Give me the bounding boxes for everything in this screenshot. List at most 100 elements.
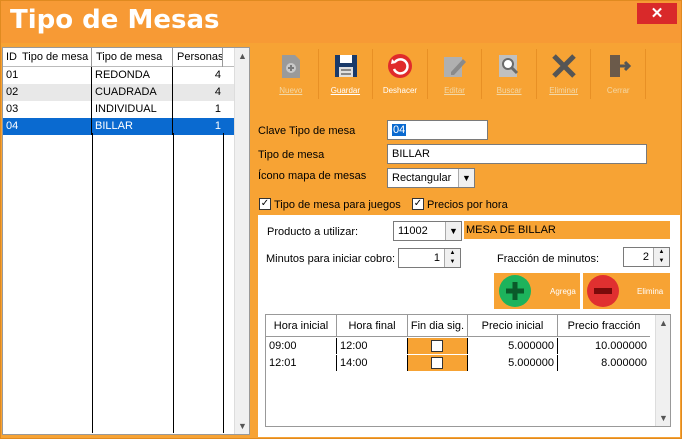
vertical-scrollbar[interactable]: ▲ ▼ <box>234 48 249 434</box>
save-icon <box>334 55 357 77</box>
clave-label: Clave Tipo de mesa <box>258 125 356 137</box>
cell-hora-final: 14:00 <box>337 355 408 371</box>
cerrar-label: Cerrar <box>606 86 630 95</box>
column-divider <box>92 133 93 433</box>
clave-value: 04 <box>392 124 407 136</box>
fraccion-stepper[interactable]: 2 ▲ ▼ <box>623 247 670 267</box>
close-button[interactable]: ✕ <box>637 3 677 24</box>
column-divider <box>173 133 174 433</box>
fin-dia-checkbox[interactable] <box>431 357 443 369</box>
buscar-button[interactable]: Buscar <box>482 49 537 99</box>
chk-precios-label: Precios por hora <box>427 199 508 211</box>
nuevo-label: Nuevo <box>279 86 303 95</box>
icono-value: Rectangular <box>392 172 452 184</box>
fin-dia-checkbox[interactable] <box>431 340 443 352</box>
fraccion-value: 2 <box>642 251 649 263</box>
undo-icon <box>388 54 413 78</box>
scroll-down-icon[interactable]: ▼ <box>235 418 250 434</box>
toolbar: Nuevo Guardar Deshacer Editar Buscar Eli… <box>264 49 647 99</box>
header-tipo-id: Tipo de mesa <box>21 48 92 67</box>
header-personas: Personas <box>173 48 223 67</box>
eliminar-label: Eliminar <box>549 86 579 95</box>
cell-hora-inicial: 12:01 <box>266 355 337 371</box>
elimina-label: Elimina <box>637 287 664 296</box>
cell-tipo: CUADRADA <box>92 84 173 101</box>
nuevo-button[interactable]: Nuevo <box>264 49 319 99</box>
chk-juegos[interactable]: ✓ <box>259 198 271 210</box>
agrega-button[interactable]: Agrega <box>494 273 580 309</box>
cell-tipo: INDIVIDUAL <box>92 101 173 118</box>
cell-hora-final: 12:00 <box>337 338 408 354</box>
fraccion-label: Fracción de minutos: <box>497 253 600 265</box>
chevron-down-icon[interactable]: ▼ <box>458 169 474 187</box>
tipo-input[interactable]: BILLAR <box>387 144 647 164</box>
cell-id: 02 <box>3 84 92 101</box>
scroll-up-icon[interactable]: ▲ <box>656 315 671 331</box>
editar-button[interactable]: Editar <box>427 49 483 99</box>
table-row[interactable]: 03 INDIVIDUAL 1 <box>3 101 235 118</box>
cell-personas: 1 <box>214 120 221 132</box>
chk-juegos-label: Tipo de mesa para juegos <box>274 199 401 211</box>
vertical-scrollbar[interactable]: ▲ ▼ <box>655 315 670 426</box>
header-fin-dia: Fin dia sig. <box>408 315 468 337</box>
header-id: ID <box>6 51 17 63</box>
table-row[interactable]: 02 CUADRADA 4 <box>3 84 235 101</box>
search-icon <box>499 55 519 77</box>
buscar-label: Buscar <box>496 86 522 95</box>
edit-icon <box>443 57 466 77</box>
main-window: Tipo de Mesas ✕ ID Tipo de mesa Tipo de … <box>0 0 682 439</box>
elimina-button[interactable]: Elimina <box>583 273 670 309</box>
spin-up-icon[interactable]: ▲ <box>654 248 669 257</box>
producto-label: Producto a utilizar: <box>267 226 359 238</box>
deshacer-button[interactable]: Deshacer <box>373 49 428 99</box>
price-table-header: Hora inicial Hora final Fin dia sig. Pre… <box>266 315 650 337</box>
producto-select[interactable]: 11002 ▼ <box>393 221 462 241</box>
window-title: Tipo de Mesas <box>10 5 220 35</box>
cell-id: 04 <box>3 118 92 135</box>
producto-desc: MESA DE BILLAR <box>464 221 670 239</box>
column-divider <box>223 133 224 433</box>
title-bar[interactable]: Tipo de Mesas ✕ <box>1 1 681 43</box>
icono-select[interactable]: Rectangular ▼ <box>387 168 475 188</box>
remove-icon <box>587 275 619 307</box>
chevron-down-icon[interactable]: ▼ <box>445 222 461 240</box>
add-icon <box>499 275 531 307</box>
chk-precios[interactable]: ✓ <box>412 198 424 210</box>
scroll-down-icon[interactable]: ▼ <box>656 410 671 426</box>
agrega-label: Agrega <box>550 287 576 296</box>
guardar-label: Guardar <box>330 86 361 95</box>
table-row[interactable]: 12:01 14:00 5.000000 8.000000 <box>266 355 650 371</box>
minutos-value: 1 <box>433 252 440 264</box>
cell-fin-dia <box>408 355 468 371</box>
spin-up-icon[interactable]: ▲ <box>445 249 460 258</box>
cell-tipo: BILLAR <box>92 118 173 135</box>
eliminar-button[interactable]: Eliminar <box>536 49 592 99</box>
header-precio-inicial: Precio inicial <box>468 315 558 337</box>
delete-icon <box>552 54 576 78</box>
cell-tipo: REDONDA <box>92 67 173 84</box>
cell-precio-inicial: 5.000000 <box>468 338 558 354</box>
spin-down-icon[interactable]: ▼ <box>445 258 460 267</box>
new-doc-icon <box>282 55 300 78</box>
icono-label: Ícono mapa de mesas <box>258 170 367 182</box>
minutos-label: Minutos para iniciar cobro: <box>266 253 396 265</box>
mesa-types-table[interactable]: ID Tipo de mesa Tipo de mesa Personas 01… <box>2 47 250 435</box>
clave-input[interactable]: 04 <box>387 120 488 140</box>
table-row[interactable]: 01 REDONDA 4 <box>3 67 235 84</box>
minutos-stepper[interactable]: 1 ▲ ▼ <box>398 248 461 268</box>
guardar-button[interactable]: Guardar <box>318 49 374 99</box>
header-hora-final: Hora final <box>337 315 408 337</box>
spin-down-icon[interactable]: ▼ <box>654 257 669 266</box>
table-row-selected[interactable]: 04 BILLAR 1 <box>3 118 235 135</box>
cerrar-button[interactable]: Cerrar <box>591 49 647 99</box>
cell-hora-inicial: 09:00 <box>266 338 337 354</box>
scroll-up-icon[interactable]: ▲ <box>235 48 250 64</box>
header-tipo: Tipo de mesa <box>92 48 173 67</box>
table-row[interactable]: 09:00 12:00 5.000000 10.000000 <box>266 338 650 354</box>
exit-door-icon <box>610 55 632 77</box>
cell-id: 03 <box>3 101 92 118</box>
cell-precio-fraccion: 8.000000 <box>601 357 647 369</box>
cell-precio-inicial: 5.000000 <box>468 355 558 371</box>
price-table[interactable]: Hora inicial Hora final Fin dia sig. Pre… <box>265 314 671 427</box>
table-header: ID Tipo de mesa Tipo de mesa Personas <box>3 48 235 67</box>
